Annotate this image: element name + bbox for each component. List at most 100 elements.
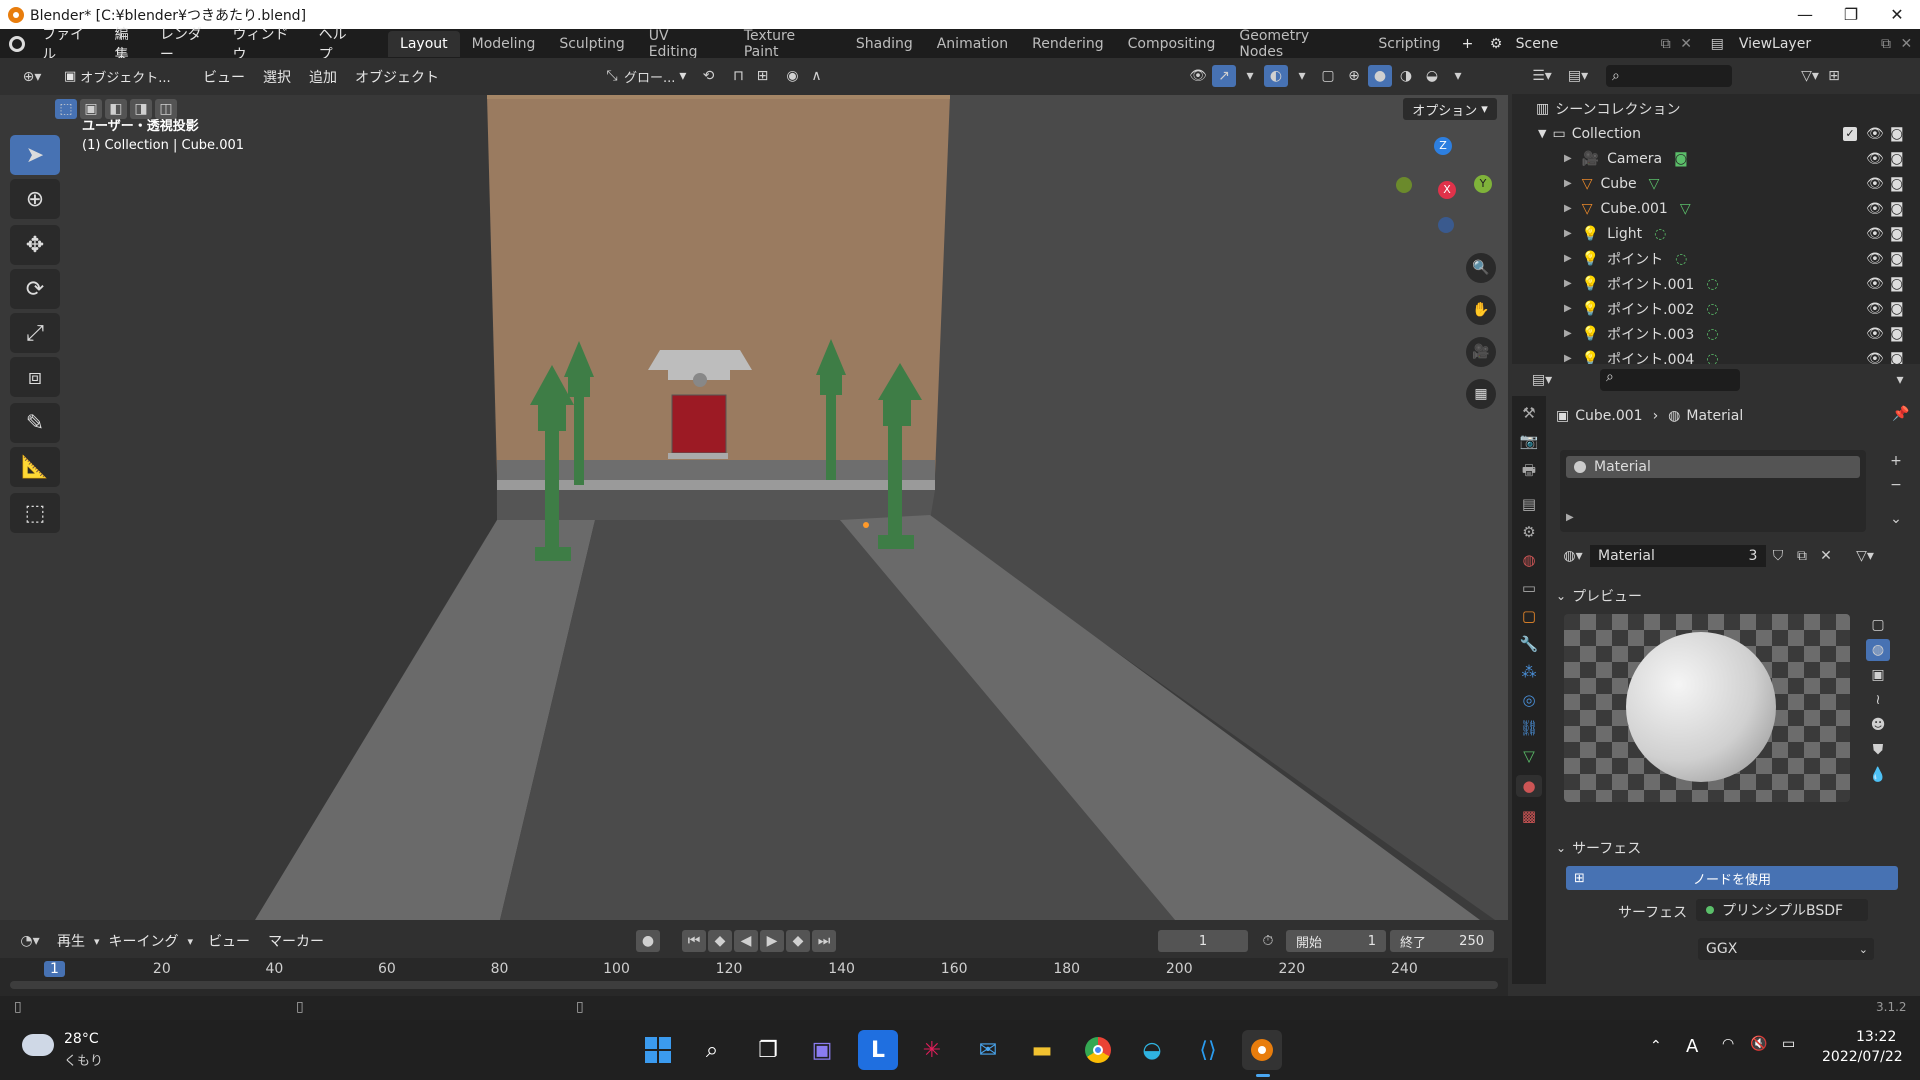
outliner-item[interactable]: ▶ 💡 ポイント.003 ◌ 👁 ◙ — [1512, 321, 1920, 346]
jump-end-icon[interactable]: ⏭ — [812, 930, 836, 952]
collapse-icon[interactable]: ▼ — [1538, 127, 1546, 140]
select-extend-icon[interactable]: ▣ — [80, 99, 102, 119]
tab-shading[interactable]: Shading — [844, 31, 925, 57]
new-collection-icon[interactable]: ⊞ — [1822, 65, 1846, 87]
3d-viewport[interactable]: ユーザー・透視投影 (1) Collection | Cube.001 ⬚ ▣ … — [0, 95, 1508, 920]
annotate-tool-icon[interactable]: ✎ — [10, 403, 60, 443]
render-camera-icon[interactable]: ◙ — [1890, 301, 1904, 317]
collection-tab-icon[interactable]: ▭ — [1522, 579, 1536, 597]
move-tool-icon[interactable]: ✥ — [10, 225, 60, 265]
view-layer-tab-icon[interactable]: ▤ — [1522, 495, 1536, 513]
clock-time[interactable]: 13:22 — [1856, 1029, 1896, 1045]
battery-icon[interactable]: ▭ — [1782, 1036, 1795, 1052]
xray-icon[interactable]: ▢ — [1316, 65, 1340, 87]
render-camera-icon[interactable]: ◙ — [1890, 251, 1904, 267]
slack-icon[interactable]: ✳ — [912, 1030, 952, 1070]
expand-icon[interactable]: ▶ — [1564, 303, 1572, 314]
timeline-editor-icon[interactable]: ◔▾ — [12, 930, 48, 952]
expand-icon[interactable]: ▶ — [1564, 153, 1572, 164]
tab-scripting[interactable]: Scripting — [1366, 31, 1452, 57]
menu-playback[interactable]: 再生 — [48, 931, 94, 951]
render-camera-icon[interactable]: ◙ — [1890, 201, 1904, 217]
transform-orientation[interactable]: グロー... — [624, 67, 675, 86]
tab-modeling[interactable]: Modeling — [460, 31, 548, 57]
render-camera-icon[interactable]: ◙ — [1890, 126, 1904, 142]
distribution-select[interactable]: GGX ⌄ — [1698, 938, 1874, 960]
material-slot-row[interactable]: Material — [1566, 456, 1860, 478]
chrome-icon[interactable] — [1078, 1030, 1118, 1070]
scene-field[interactable]: Scene — [1509, 32, 1661, 55]
outliner-item[interactable]: ▶ ▽ Cube.001 ▽ 👁 ◙ — [1512, 196, 1920, 221]
duplicate-material-icon[interactable]: ⧉ — [1790, 545, 1814, 567]
record-icon[interactable]: ● — [636, 930, 660, 952]
outliner-search[interactable]: ⌕ — [1606, 65, 1732, 87]
prev-keyframe-icon[interactable]: ◆ — [708, 930, 732, 952]
modifier-tab-icon[interactable]: 🔧 — [1520, 635, 1539, 653]
minimize-button[interactable]: — — [1782, 0, 1828, 29]
properties-search[interactable]: ⌕ — [1600, 369, 1740, 391]
viewlayer-field[interactable]: ViewLayer — [1735, 33, 1881, 55]
falloff-icon[interactable]: ∧ — [804, 65, 828, 87]
visibility-icon[interactable]: 👁 — [1186, 65, 1210, 87]
stopwatch-icon[interactable]: ⏱ — [1256, 930, 1280, 952]
eye-icon[interactable]: 👁 — [1866, 351, 1884, 365]
close-button[interactable]: ✕ — [1874, 0, 1920, 29]
current-frame-field[interactable]: 1 — [1158, 930, 1248, 952]
snap-target-icon[interactable]: ⊞ — [750, 65, 774, 87]
outliner-editor-icon[interactable]: ☰▾ — [1524, 65, 1560, 87]
copy-scene-icon[interactable]: ⧉ — [1661, 36, 1680, 52]
menu-marker[interactable]: マーカー — [259, 931, 333, 951]
outliner-item[interactable]: ▶ 💡 ポイント.001 ◌ 👁 ◙ — [1512, 271, 1920, 296]
object-data-icon[interactable]: ◌ — [1706, 351, 1718, 365]
file-explorer-icon[interactable]: ▬ — [1022, 1030, 1062, 1070]
preview-fluid-icon[interactable]: 💧 — [1866, 764, 1890, 786]
edge-icon[interactable]: ◒ — [1132, 1030, 1172, 1070]
surface-panel-header[interactable]: ⌄ サーフェス — [1556, 838, 1641, 858]
zoom-icon[interactable]: 🔍 — [1466, 253, 1496, 283]
preview-monkey-icon[interactable]: ☻ — [1866, 714, 1890, 736]
expand-icon[interactable]: ▶ — [1564, 203, 1572, 214]
wifi-icon[interactable]: ◠ — [1722, 1036, 1734, 1052]
remove-scene-icon[interactable]: ✕ — [1680, 36, 1699, 52]
timeline-scrollbar[interactable] — [10, 981, 1498, 989]
gizmo-dropdown-icon[interactable]: ▾ — [1238, 65, 1262, 87]
tab-rendering[interactable]: Rendering — [1020, 31, 1116, 57]
object-data-icon[interactable]: ◌ — [1675, 251, 1687, 267]
eye-icon[interactable]: 👁 — [1866, 226, 1884, 242]
app-l-icon[interactable]: L — [858, 1030, 898, 1070]
current-frame-marker[interactable]: 1 — [44, 961, 65, 977]
blender-menu-icon[interactable] — [0, 35, 33, 52]
copy-viewlayer-icon[interactable]: ⧉ — [1881, 36, 1900, 52]
scene-selector-icon[interactable]: ⚙ — [1482, 33, 1509, 55]
add-slot-button[interactable]: + — [1884, 450, 1908, 472]
outliner-item[interactable]: ▶ ▽ Cube ▽ 👁 ◙ — [1512, 171, 1920, 196]
add-workspace-button[interactable]: + — [1453, 36, 1483, 52]
material-name-field[interactable]: Material — [1590, 545, 1740, 567]
clock-date[interactable]: 2022/07/22 — [1822, 1049, 1903, 1065]
outliner-item[interactable]: ▶ 💡 ポイント.002 ◌ 👁 ◙ — [1512, 296, 1920, 321]
tab-sculpting[interactable]: Sculpting — [547, 31, 636, 57]
tab-layout[interactable]: Layout — [388, 30, 460, 57]
render-camera-icon[interactable]: ◙ — [1890, 151, 1904, 167]
eye-icon[interactable]: 👁 — [1866, 201, 1884, 217]
timeline[interactable]: 1 20 40 60 80 100 120 140 160 180 200 220 240 — [0, 958, 1508, 996]
outliner-item[interactable]: ▶ 💡 ポイント.004 ◌ 👁 ◙ — [1512, 346, 1920, 365]
render-camera-icon[interactable]: ◙ — [1890, 351, 1904, 365]
constraints-tab-icon[interactable]: ⛓ — [1519, 719, 1538, 737]
wireframe-shading-icon[interactable]: ⊕ — [1342, 65, 1366, 87]
options-button[interactable]: オプション ▾ — [1403, 98, 1497, 120]
blender-taskbar-icon[interactable] — [1242, 1030, 1282, 1070]
properties-options-icon[interactable]: ▾ — [1888, 369, 1912, 391]
expand-icon[interactable]: ▶ — [1566, 512, 1574, 523]
viewlayer-icon[interactable]: ▤ — [1700, 36, 1735, 52]
render-camera-icon[interactable]: ◙ — [1890, 176, 1904, 192]
volume-mute-icon[interactable]: 🔇 — [1750, 1036, 1767, 1052]
tool-tab-icon[interactable]: ⚒ — [1522, 404, 1535, 422]
solid-shading-icon[interactable]: ● — [1368, 65, 1392, 87]
unlink-material-icon[interactable]: ✕ — [1814, 545, 1838, 567]
surface-shader-field[interactable]: プリンシプルBSDF — [1696, 899, 1868, 921]
physics-tab-icon[interactable]: ◎ — [1522, 691, 1535, 709]
material-shading-icon[interactable]: ◑ — [1394, 65, 1418, 87]
user-count[interactable]: 3 — [1740, 545, 1766, 567]
start-frame-field[interactable]: 開始 1 — [1286, 930, 1386, 952]
